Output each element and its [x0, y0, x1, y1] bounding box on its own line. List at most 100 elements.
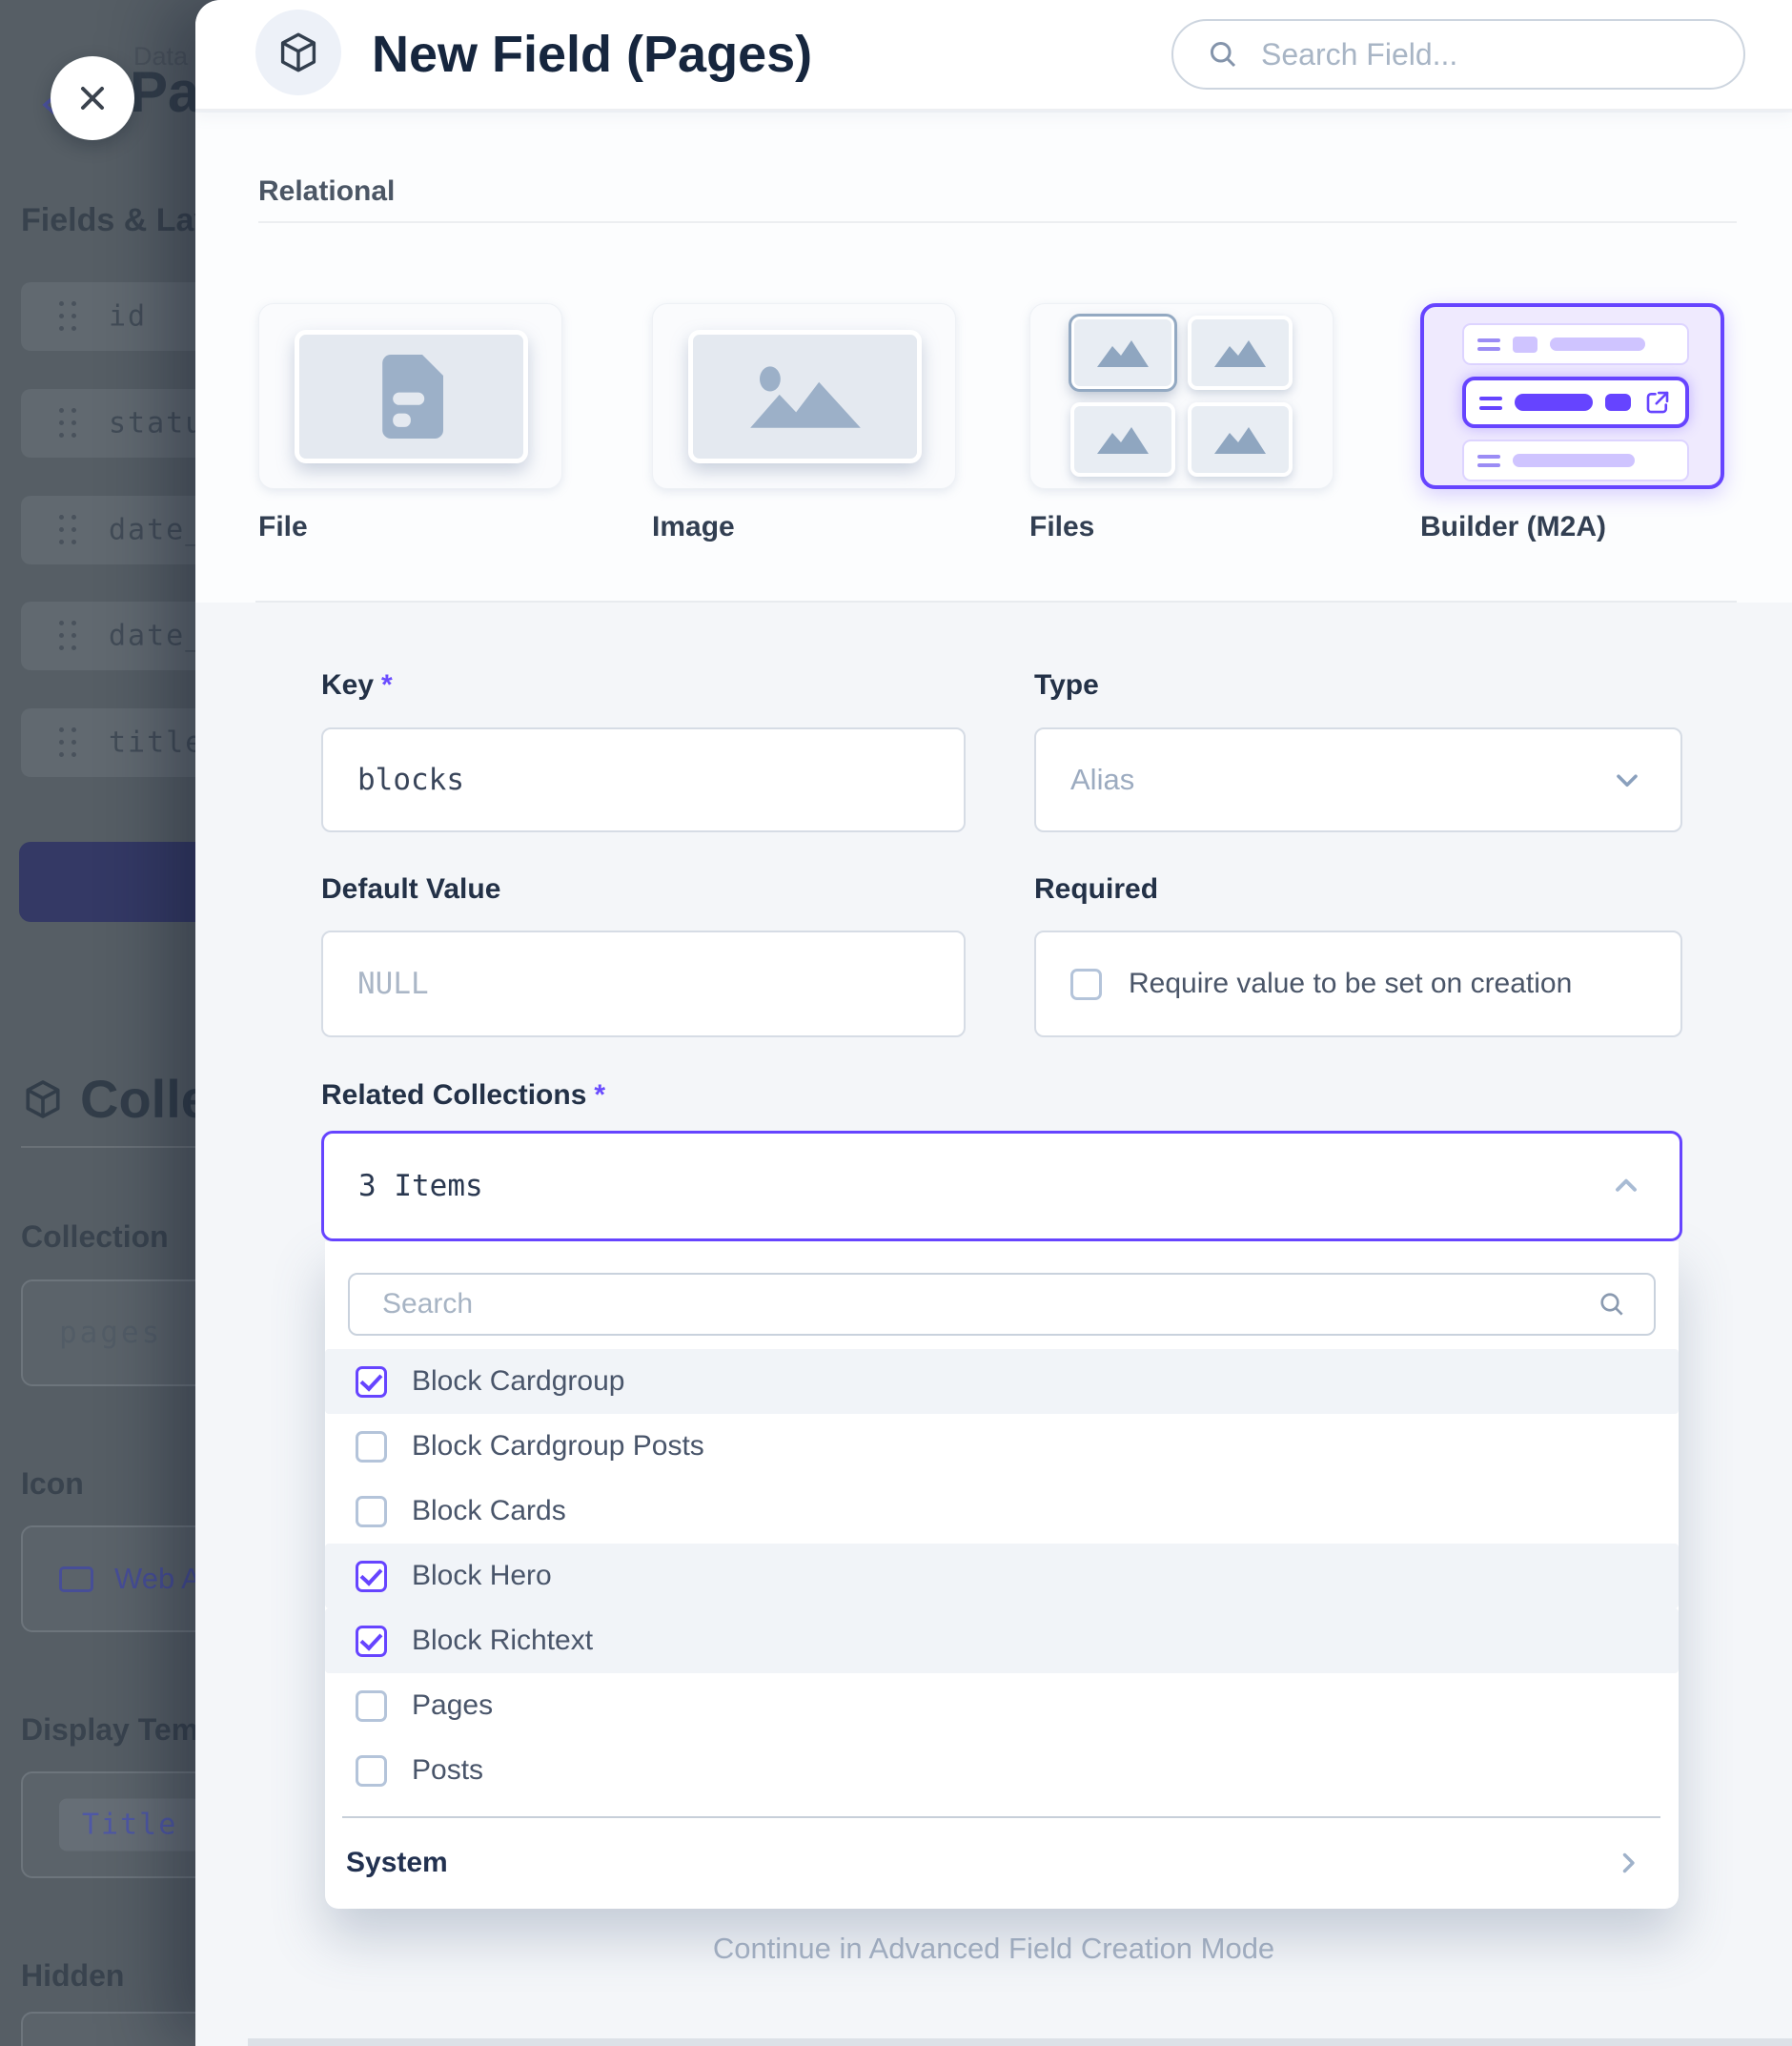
web-asset-icon: [59, 1566, 93, 1592]
field-row-title[interactable]: title: [21, 708, 195, 777]
required-checkbox[interactable]: [1070, 969, 1102, 1000]
header-icon-circle: [255, 10, 341, 95]
option-block-cards[interactable]: Block Cards: [325, 1479, 1679, 1544]
collection-input[interactable]: pages: [21, 1279, 195, 1386]
title-chip: Title: [59, 1799, 195, 1852]
pill: [1550, 338, 1645, 351]
key-input[interactable]: [323, 729, 964, 830]
required-field[interactable]: Require value to be set on creation: [1034, 931, 1682, 1037]
builder-row: [1462, 440, 1689, 481]
checkbox[interactable]: [356, 1431, 387, 1463]
option-label: Pages: [412, 1689, 493, 1722]
drag-handle-icon: [1479, 397, 1502, 400]
divider: [21, 1146, 195, 1148]
field-row-status[interactable]: statu: [21, 389, 195, 458]
type-select[interactable]: Alias: [1034, 727, 1682, 832]
default-value-field[interactable]: [321, 931, 966, 1037]
chevron-right-icon: [1612, 1847, 1644, 1879]
collections-heading-label: Colle: [80, 1068, 195, 1130]
drag-handle-icon[interactable]: [59, 727, 64, 732]
field-row-id[interactable]: id: [21, 282, 195, 351]
image-tile: [1188, 316, 1293, 390]
drag-handle-icon[interactable]: [59, 515, 64, 520]
pill: [1513, 454, 1635, 467]
key-label-text: Key: [321, 669, 374, 701]
field-row-label: date_: [109, 620, 195, 653]
mountains-icon: [1095, 423, 1151, 456]
image-icon: [748, 363, 863, 430]
chevron-up-icon: [1609, 1169, 1643, 1203]
card-label-files: Files: [1029, 511, 1094, 543]
checkbox[interactable]: [356, 1755, 387, 1787]
system-row[interactable]: System: [325, 1818, 1679, 1907]
icon-input[interactable]: Web A: [21, 1525, 195, 1632]
type-card-builder-m2a[interactable]: [1420, 303, 1724, 489]
field-row-date-1[interactable]: date_: [21, 496, 195, 564]
hidden-label: Hidden: [21, 1958, 124, 1994]
field-row-label: title: [109, 726, 195, 760]
advanced-mode-link[interactable]: Continue in Advanced Field Creation Mode: [195, 1932, 1792, 1966]
required-label: Required: [1034, 873, 1158, 906]
option-pages[interactable]: Pages: [325, 1673, 1679, 1738]
option-block-hero[interactable]: Block Hero: [325, 1544, 1679, 1608]
mountains-icon: [1212, 337, 1268, 369]
field-row-date-2[interactable]: date_: [21, 602, 195, 670]
card-label-file: File: [258, 511, 308, 543]
pill: [1605, 394, 1631, 411]
drag-handle-icon[interactable]: [59, 301, 64, 306]
type-label: Type: [1034, 669, 1099, 702]
default-value-input[interactable]: [323, 932, 964, 1035]
field-search-input[interactable]: [1261, 37, 1715, 72]
field-search-box[interactable]: [1171, 19, 1745, 90]
type-card-image[interactable]: [652, 303, 956, 489]
collection-search-input[interactable]: [382, 1288, 1578, 1320]
related-collections-dropdown: Block Cardgroup Block Cardgroup Posts Bl…: [325, 1241, 1679, 1909]
files-tiles: [1030, 304, 1333, 488]
checkbox[interactable]: [356, 1366, 387, 1398]
option-label: Block Cardgroup: [412, 1365, 624, 1398]
collection-value: pages: [59, 1316, 162, 1350]
checkbox[interactable]: [356, 1496, 387, 1527]
default-value-label: Default Value: [321, 873, 500, 906]
option-posts[interactable]: Posts: [325, 1738, 1679, 1803]
image-thumbnail: [688, 330, 922, 463]
chevron-down-icon: [1610, 763, 1644, 797]
option-label: Block Cardgroup Posts: [412, 1430, 704, 1463]
display-template-label: Display Tem: [21, 1712, 195, 1748]
related-collections-select[interactable]: 3 Items: [321, 1131, 1682, 1241]
drawer-title: New Field (Pages): [372, 0, 812, 109]
icon-value: Web A: [114, 1562, 195, 1596]
file-icon: [380, 355, 443, 439]
new-field-drawer: New Field (Pages) Relational File: [195, 0, 1792, 2046]
collection-label: Collection: [21, 1219, 169, 1255]
required-mark: *: [381, 669, 393, 701]
external-link-icon: [1643, 388, 1672, 417]
type-select-value: Alias: [1070, 729, 1595, 830]
search-icon: [1206, 37, 1240, 72]
close-button[interactable]: [51, 56, 134, 140]
drag-handle-icon: [1477, 455, 1500, 459]
divider: [255, 601, 1737, 603]
checkbox[interactable]: [356, 1561, 387, 1592]
option-block-cardgroup-posts[interactable]: Block Cardgroup Posts: [325, 1414, 1679, 1479]
drag-handle-icon[interactable]: [59, 621, 64, 625]
type-card-file[interactable]: [258, 303, 562, 489]
drag-handle-icon: [1477, 338, 1500, 342]
drag-handle-icon[interactable]: [59, 408, 64, 413]
field-row-label: id: [109, 300, 147, 334]
search-icon: [1597, 1289, 1627, 1320]
hidden-input[interactable]: [21, 2012, 195, 2046]
type-card-files[interactable]: [1029, 303, 1334, 489]
page-title: Pag: [130, 59, 195, 125]
checkbox[interactable]: [356, 1690, 387, 1722]
display-template-input[interactable]: Title: [21, 1771, 195, 1878]
builder-row: [1462, 323, 1689, 365]
create-field-button[interactable]: [19, 842, 195, 922]
builder-rows: [1462, 323, 1689, 481]
collection-search-box[interactable]: [348, 1273, 1656, 1336]
option-block-cardgroup[interactable]: Block Cardgroup: [325, 1349, 1679, 1414]
option-block-richtext[interactable]: Block Richtext: [325, 1608, 1679, 1673]
key-field[interactable]: [321, 727, 966, 832]
field-row-label: date_: [109, 514, 195, 547]
checkbox[interactable]: [356, 1626, 387, 1657]
